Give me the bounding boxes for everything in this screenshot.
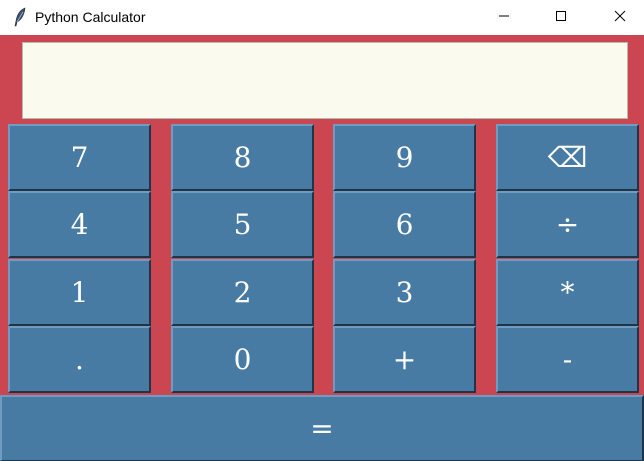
minimize-button[interactable] <box>481 0 527 35</box>
key-8[interactable]: 8 <box>171 124 314 191</box>
calculator-window: Python Calculator 7 8 9 ⌫ 4 5 6 ÷ 1 2 3 <box>0 0 644 461</box>
key-6[interactable]: 6 <box>333 191 476 258</box>
key-0[interactable]: 0 <box>171 326 314 393</box>
close-icon <box>614 9 626 27</box>
calculator-body: 7 8 9 ⌫ 4 5 6 ÷ 1 2 3 * . 0 + - = <box>0 35 644 461</box>
key-1[interactable]: 1 <box>8 259 151 326</box>
multiply-button[interactable]: * <box>496 259 639 326</box>
equals-button[interactable]: = <box>0 395 644 461</box>
minus-button[interactable]: - <box>496 326 639 393</box>
key-5[interactable]: 5 <box>171 191 314 258</box>
key-2[interactable]: 2 <box>171 259 314 326</box>
maximize-icon <box>555 9 567 27</box>
close-button[interactable] <box>597 0 643 35</box>
key-7[interactable]: 7 <box>8 124 151 191</box>
display-entry[interactable] <box>22 42 628 119</box>
key-9[interactable]: 9 <box>333 124 476 191</box>
divide-button[interactable]: ÷ <box>496 191 639 258</box>
key-3[interactable]: 3 <box>333 259 476 326</box>
key-4[interactable]: 4 <box>8 191 151 258</box>
feather-icon <box>12 7 28 27</box>
decimal-button[interactable]: . <box>8 326 151 393</box>
window-title: Python Calculator <box>35 9 146 25</box>
maximize-button[interactable] <box>538 0 584 35</box>
minimize-icon <box>498 9 510 27</box>
plus-button[interactable]: + <box>333 326 476 393</box>
title-bar[interactable]: Python Calculator <box>0 0 644 35</box>
backspace-button[interactable]: ⌫ <box>496 124 639 191</box>
